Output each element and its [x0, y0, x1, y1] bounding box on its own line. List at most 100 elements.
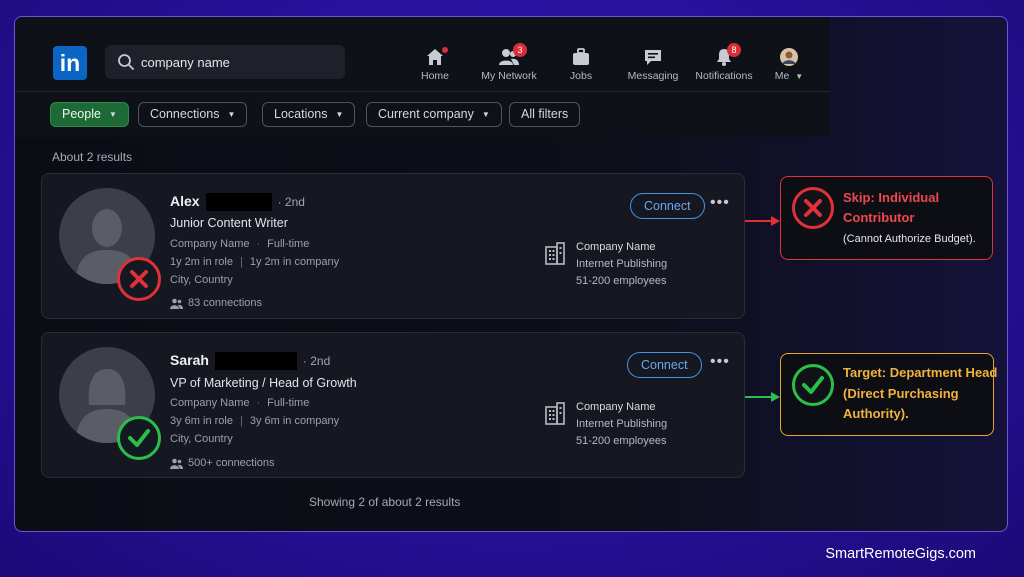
employment-type: Full-time: [267, 238, 310, 250]
nav-me[interactable]: Me ▼: [772, 47, 806, 82]
search-icon: [118, 54, 134, 70]
connection-degree: · 2nd: [302, 354, 331, 368]
profile-photo-icon: [780, 48, 798, 66]
caret-down-icon: ▼: [227, 110, 236, 120]
caret-down-icon: ▼: [335, 110, 344, 120]
filter-all-filters-label: All filters: [521, 107, 569, 121]
filter-locations[interactable]: Locations ▼: [262, 102, 356, 127]
building-icon: [545, 242, 565, 265]
screenshot-frame: in Home: [14, 16, 1008, 532]
profile-name[interactable]: Alex: [170, 193, 200, 209]
profile-headline: VP of Marketing / Head of Growth: [170, 376, 357, 390]
company-industry: Internet Publishing: [576, 418, 668, 430]
company-card-name: Company Name: [576, 401, 656, 413]
caret-down-icon: ▼: [108, 110, 117, 120]
profile-tenure-line: 1y 2m in role | 1y 2m in company: [170, 256, 340, 268]
nav-notifications-label: Notifications: [695, 70, 753, 82]
watermark: SmartRemoteGigs.com: [825, 546, 976, 562]
connections-count-text: 83 connections: [188, 297, 262, 309]
profile-location: City, Country: [170, 433, 233, 445]
connections-count: 500+ connections: [170, 457, 275, 469]
company-tenure: 1y 2m in company: [249, 256, 340, 268]
profile-tenure-line: 3y 6m in role | 3y 6m in company: [170, 415, 340, 427]
connect-button[interactable]: Connect: [627, 352, 702, 378]
result-card-alex[interactable]: Alex · 2nd Junior Content Writer Company …: [41, 173, 745, 319]
x-mark-icon: [792, 187, 834, 229]
company-size: 51-200 employees: [576, 275, 667, 287]
reject-status-icon: [117, 257, 161, 301]
nav-jobs-label: Jobs: [569, 70, 593, 82]
chevron-down-icon: ▼: [795, 72, 804, 81]
people-icon: [170, 458, 183, 469]
target-annotation: Target: Department Head (Direct Purchasi…: [780, 353, 998, 436]
target-annotation-line3: Authority).: [843, 406, 909, 421]
skip-annotation-line1: Skip: Individual: [843, 190, 940, 205]
nav-jobs[interactable]: Jobs: [564, 47, 598, 82]
profile-name[interactable]: Sarah: [170, 352, 209, 368]
filter-locations-label: Locations: [274, 107, 328, 121]
filter-current-company-label: Current company: [378, 107, 474, 121]
nav-notifications[interactable]: 8 Notifications: [693, 43, 755, 82]
skip-annotation: Skip: Individual Contributor (Cannot Aut…: [780, 176, 993, 260]
connection-degree: · 2nd: [277, 195, 305, 209]
search-box[interactable]: [105, 45, 345, 79]
profile-company-line: Company Name · Full-time: [170, 397, 310, 409]
company-tenure: 3y 6m in company: [249, 415, 340, 427]
nav-home-label: Home: [420, 70, 449, 82]
redacted-surname: [214, 352, 297, 371]
company-industry: Internet Publishing: [576, 258, 668, 270]
linkedin-logo-icon[interactable]: in: [53, 46, 87, 80]
home-notification-dot: [442, 47, 448, 53]
result-card-sarah[interactable]: Sarah · 2nd VP of Marketing / Head of Gro…: [41, 332, 745, 478]
caret-down-icon: ▼: [481, 110, 490, 120]
filter-current-company[interactable]: Current company ▼: [366, 102, 502, 127]
profile-company-line: Company Name · Full-time: [170, 238, 310, 250]
role-tenure: 3y 6m in role: [170, 415, 233, 427]
skip-annotation-line3: (Cannot Authorize Budget).: [843, 233, 976, 245]
company-size: 51-200 employees: [576, 435, 667, 447]
target-annotation-line1: Target: Department Head: [843, 365, 998, 380]
top-navigation-bar: in Home: [15, 17, 830, 91]
skip-annotation-line2: Contributor: [843, 210, 915, 225]
profile-name-row: Alex · 2nd: [170, 193, 305, 212]
nav-messaging-label: Messaging: [627, 70, 679, 82]
briefcase-icon: [573, 48, 589, 65]
nav-me-label: Me: [774, 70, 790, 82]
employment-type: Full-time: [267, 397, 310, 409]
my-network-badge: 3: [513, 43, 527, 57]
more-options-icon[interactable]: •••: [710, 353, 730, 371]
profile-headline: Junior Content Writer: [170, 216, 288, 230]
more-options-icon[interactable]: •••: [710, 194, 730, 212]
target-annotation-line2: (Direct Purchasing: [843, 386, 959, 401]
profile-name-row: Sarah · 2nd: [170, 352, 331, 371]
redacted-surname: [205, 193, 272, 212]
filter-connections-label: Connections: [150, 107, 220, 121]
building-icon: [545, 402, 565, 425]
accept-status-icon: [117, 416, 161, 460]
messaging-icon: [645, 50, 661, 65]
notifications-badge: 8: [727, 43, 741, 57]
nav-my-network-label: My Network: [481, 70, 537, 82]
red-arrow-icon: [745, 216, 780, 226]
search-input[interactable]: [141, 45, 336, 79]
company-card-name: Company Name: [576, 241, 656, 253]
company-name-text: Company Name: [170, 397, 250, 409]
filter-connections[interactable]: Connections ▼: [138, 102, 248, 127]
green-arrow-icon: [745, 392, 780, 402]
filter-all-filters[interactable]: All filters: [509, 102, 581, 127]
filter-people-label: People: [62, 107, 101, 121]
role-tenure: 1y 2m in role: [170, 256, 233, 268]
filter-bar: People ▼ Connections ▼ Locations ▼ Current …: [15, 92, 830, 137]
profile-location: City, Country: [170, 274, 233, 286]
check-mark-icon: [792, 364, 834, 406]
nav-messaging[interactable]: Messaging: [625, 47, 681, 82]
connections-count-text: 500+ connections: [188, 457, 275, 469]
people-icon: [170, 298, 183, 309]
showing-results-text: Showing 2 of about 2 results: [309, 495, 461, 509]
connections-count: 83 connections: [170, 297, 262, 309]
results-count: About 2 results: [52, 150, 133, 164]
connect-button[interactable]: Connect: [630, 193, 705, 219]
nav-my-network[interactable]: 3 My Network: [477, 43, 541, 82]
filter-people[interactable]: People ▼: [50, 102, 129, 127]
nav-home[interactable]: Home: [415, 47, 455, 82]
